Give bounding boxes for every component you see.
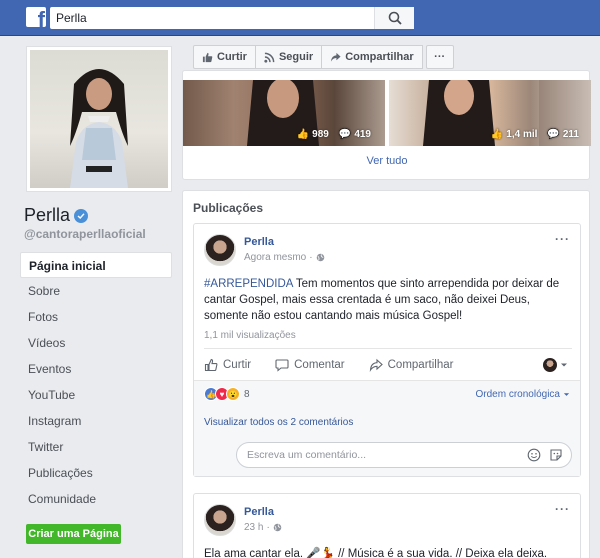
publications-card: Publicações Perlla Agora mesmo · ··· #AR… <box>182 190 590 558</box>
post-timestamp[interactable]: Agora mesmo <box>244 252 306 263</box>
thumbs-up-icon <box>202 52 213 62</box>
view-all-comments-link[interactable]: Visualizar todos os 2 comentários <box>204 417 353 428</box>
follow-page-label: Seguir <box>278 51 314 63</box>
photo-like-count: 1,4 mil <box>506 129 538 140</box>
comment-input-box <box>236 442 572 468</box>
photo-comment-count: 211 <box>562 129 579 140</box>
share-page-button[interactable]: Compartilhar <box>321 45 423 69</box>
comment-bubble-icon <box>275 358 289 372</box>
emoji-icon[interactable] <box>527 448 541 462</box>
post-hashtag[interactable]: #ARREPENDIDA <box>204 278 293 290</box>
globe-icon <box>273 523 282 532</box>
post-like-button[interactable]: Curtir <box>204 358 251 372</box>
sticker-icon[interactable] <box>549 448 563 462</box>
comment-order-dropdown[interactable]: Ordem cronológica <box>476 389 570 400</box>
nav-item-instagram[interactable]: Instagram <box>20 408 172 434</box>
post: Perlla Agora mesmo · ··· #ARREPENDIDA Te… <box>193 223 581 477</box>
nav-item-events[interactable]: Eventos <box>20 356 172 382</box>
post-author-name[interactable]: Perlla <box>244 506 274 518</box>
nav-item-youtube[interactable]: YouTube <box>20 382 172 408</box>
see-all-photos-link[interactable]: Ver tudo <box>183 155 591 167</box>
verified-badge-icon <box>74 208 89 223</box>
post-options-button[interactable]: ··· <box>555 232 570 246</box>
share-arrow-icon <box>369 358 383 372</box>
photo-like-count: 989 <box>312 129 329 140</box>
nav-item-videos[interactable]: Vídeos <box>20 330 172 356</box>
more-options-button[interactable]: ··· <box>425 45 454 69</box>
create-page-button[interactable]: Criar uma Página <box>26 524 121 544</box>
post-author-name[interactable]: Perlla <box>244 236 274 248</box>
photo-stats: 👍 989 💬 419 <box>297 129 371 140</box>
post-comment-label: Comentar <box>294 358 345 371</box>
photo-comment-count: 419 <box>354 129 371 140</box>
post-author-avatar[interactable] <box>204 234 236 266</box>
post-views: 1,1 mil visualizações <box>204 330 296 341</box>
like-icon: 👍 <box>296 129 310 140</box>
comment-icon: 💬 <box>338 129 352 140</box>
comment-input-icons <box>527 448 563 462</box>
nav-item-about[interactable]: Sobre <box>20 278 172 304</box>
post-like-label: Curtir <box>223 358 252 371</box>
comment-icon: 💬 <box>547 129 560 140</box>
photo-stats: 👍 1,4 mil 💬 211 <box>491 129 579 140</box>
globe-icon <box>316 253 324 262</box>
search-box <box>50 7 414 29</box>
top-bar: f <box>0 0 600 36</box>
photo-thumbnail[interactable]: 👍 1,4 mil 💬 211 <box>389 80 591 146</box>
post-body: Ela ama cantar ela. 🎤💃 // Música é a sua… <box>204 548 548 558</box>
page-action-bar: Curtir Seguir Compartilhar ··· <box>193 45 454 69</box>
reaction-count: 8 <box>244 388 250 400</box>
post-author-avatar[interactable] <box>204 504 236 536</box>
page-name[interactable]: Perlla <box>24 205 70 226</box>
publications-title: Publicações <box>193 201 264 215</box>
profile-photo <box>30 50 168 188</box>
photos-card: 👍 989 💬 419 👍 1,4 mil 💬 211 Ver tudo <box>182 70 591 180</box>
nav-item-posts[interactable]: Publicações <box>20 460 172 486</box>
post-as-selector[interactable] <box>543 358 568 372</box>
like-icon: 👍 <box>490 129 504 140</box>
page-name-row: Perlla <box>24 205 89 226</box>
nav-item-home[interactable]: Página inicial <box>20 252 172 278</box>
thumbs-up-icon <box>204 358 218 371</box>
rss-icon <box>264 52 275 63</box>
nav-item-community[interactable]: Comunidade <box>20 486 172 512</box>
facebook-logo-icon[interactable]: f <box>26 7 46 27</box>
search-button[interactable] <box>374 7 414 29</box>
reactions-summary[interactable]: 👍 ♥ 😮 8 <box>204 387 250 401</box>
comment-order-label: Ordem cronológica <box>475 389 560 400</box>
post-meta: 23 h · <box>244 522 282 533</box>
post-text: #ARREPENDIDA Tem momentos que sinto arre… <box>204 276 574 324</box>
share-arrow-icon <box>331 52 341 62</box>
nav-item-twitter[interactable]: Twitter <box>20 434 172 460</box>
photo-thumbnail[interactable]: 👍 989 💬 419 <box>183 80 385 146</box>
comment-input[interactable] <box>237 443 517 467</box>
page-avatar-icon <box>543 358 557 372</box>
page-handle[interactable]: @cantoraperllaoficial <box>24 227 146 241</box>
post-timestamp[interactable]: 23 h <box>244 522 263 533</box>
post-options-button[interactable]: ··· <box>555 502 570 516</box>
share-page-label: Compartilhar <box>345 51 414 63</box>
search-icon <box>388 11 402 25</box>
follow-page-button[interactable]: Seguir <box>254 45 323 69</box>
post: Perlla 23 h · ··· Ela ama cantar ela. 🎤💃… <box>193 493 581 558</box>
page-nav: Página inicial Sobre Fotos Vídeos Evento… <box>20 252 172 512</box>
comment-composer <box>194 436 580 476</box>
wow-reaction-icon: 😮 <box>226 387 240 401</box>
like-page-label: Curtir <box>217 51 247 63</box>
nav-item-photos[interactable]: Fotos <box>20 304 172 330</box>
post-share-label: Compartilhar <box>387 358 454 371</box>
search-input[interactable] <box>50 7 372 29</box>
post-meta: Agora mesmo · <box>244 252 325 263</box>
caret-down-icon <box>561 363 567 367</box>
profile-picture[interactable] <box>26 46 172 192</box>
reactions-area: 👍 ♥ 😮 8 Ordem cronológica Visualizar tod… <box>194 380 580 436</box>
post-comment-button[interactable]: Comentar <box>275 358 345 372</box>
caret-down-icon <box>563 393 570 396</box>
like-page-button[interactable]: Curtir <box>193 45 256 69</box>
post-actions: Curtir Comentar Compartilhar <box>204 348 572 380</box>
post-share-button[interactable]: Compartilhar <box>369 358 454 372</box>
